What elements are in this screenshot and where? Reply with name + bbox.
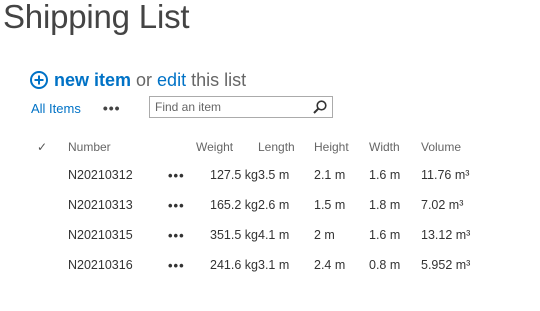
row-select[interactable]	[30, 220, 68, 250]
cell-height: 1.5 m	[314, 198, 346, 212]
row-menu-ellipsis-icon[interactable]: •••	[165, 168, 185, 183]
checkmark-icon[interactable]: ✓	[30, 140, 47, 154]
page-title: Shipping List	[3, 0, 190, 35]
row-menu-ellipsis-icon[interactable]: •••	[165, 198, 185, 213]
row-menu-ellipsis-icon[interactable]: •••	[165, 258, 185, 273]
cell-length: 3.5 m	[258, 168, 290, 182]
cell-volume: 7.02 m³	[421, 198, 464, 212]
cell-height: 2 m	[314, 228, 335, 242]
cell-width: 0.8 m	[369, 258, 401, 272]
column-header-width[interactable]: Width	[369, 134, 421, 160]
cell-number[interactable]: N20210313	[68, 190, 165, 220]
plus-circle-icon[interactable]	[30, 71, 48, 89]
shipping-list-table: ✓ Number Weight Length Height Width Volu…	[30, 134, 511, 280]
cell-number[interactable]: N20210315	[68, 220, 165, 250]
cell-width: 1.6 m	[369, 228, 401, 242]
cell-length: 2.6 m	[258, 198, 290, 212]
new-item-link[interactable]: new item	[54, 70, 131, 91]
search-box	[149, 96, 333, 118]
or-text: or	[136, 69, 153, 90]
cell-width: 1.8 m	[369, 198, 401, 212]
cell-length: 3.1 m	[258, 258, 290, 272]
column-header-volume[interactable]: Volume	[421, 134, 511, 160]
cell-volume: 13.12 m³	[421, 228, 471, 242]
cell-height: 2.4 m	[314, 258, 346, 272]
select-all-header[interactable]: ✓	[30, 134, 68, 160]
search-input[interactable]	[150, 97, 305, 117]
cell-weight: 351.5 kg	[210, 228, 258, 242]
cell-volume: 11.76 m³	[421, 168, 470, 182]
row-menu-ellipsis-icon[interactable]: •••	[165, 228, 185, 243]
row-select[interactable]	[30, 190, 68, 220]
table-row[interactable]: N20210315 ••• 351.5 kg 4.1 m 2 m 1.6 m 1…	[30, 220, 511, 250]
cell-height: 2.1 m	[314, 168, 346, 182]
search-icon[interactable]	[312, 99, 328, 115]
table-row[interactable]: N20210313 ••• 165.2 kg 2.6 m 1.5 m 1.8 m…	[30, 190, 511, 220]
column-header-number[interactable]: Number	[68, 134, 165, 160]
table-header-row: ✓ Number Weight Length Height Width Volu…	[30, 134, 511, 160]
cell-length: 4.1 m	[258, 228, 290, 242]
view-bar: All Items •••	[31, 95, 121, 121]
view-all-items[interactable]: All Items	[31, 101, 81, 116]
cell-volume: 5.952 m³	[421, 258, 471, 272]
column-header-spacer	[165, 134, 196, 160]
column-header-weight[interactable]: Weight	[196, 134, 258, 160]
view-more-ellipsis-icon[interactable]: •••	[103, 100, 121, 116]
column-header-height[interactable]: Height	[314, 134, 369, 160]
cell-width: 1.6 m	[369, 168, 401, 182]
column-header-length[interactable]: Length	[258, 134, 314, 160]
table-row[interactable]: N20210312 ••• 127.5 kg 3.5 m 2.1 m 1.6 m…	[30, 160, 511, 190]
cell-number[interactable]: N20210312	[68, 160, 165, 190]
cell-weight: 241.6 kg	[210, 258, 258, 272]
row-select[interactable]	[30, 250, 68, 280]
row-select[interactable]	[30, 160, 68, 190]
edit-list-link[interactable]: edit	[157, 70, 186, 91]
cell-weight: 165.2 kg	[210, 198, 258, 212]
cell-weight: 127.5 kg	[210, 168, 258, 182]
this-list-text: this list	[191, 69, 247, 90]
table-row[interactable]: N20210316 ••• 241.6 kg 3.1 m 2.4 m 0.8 m…	[30, 250, 511, 280]
new-item-bar: new item or edit this list	[30, 67, 246, 93]
cell-number[interactable]: N20210316	[68, 250, 165, 280]
